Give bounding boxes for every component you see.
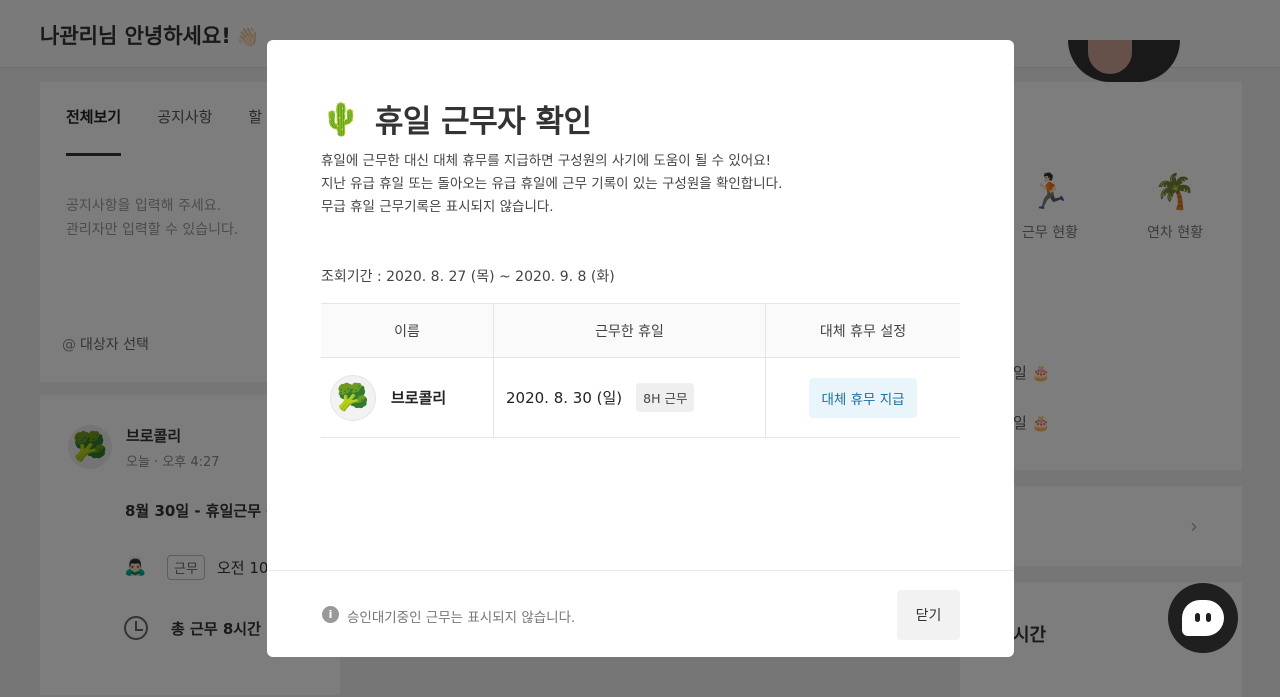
cell-name: 🥦 브로콜리 xyxy=(321,358,494,437)
header-holiday: 근무한 휴일 xyxy=(494,304,766,357)
grant-substitute-button[interactable]: 대체 휴무 지급 xyxy=(809,377,917,418)
cell-action: 대체 휴무 지급 xyxy=(766,358,960,437)
chat-eye xyxy=(1206,613,1211,622)
avatar: 🥦 xyxy=(330,374,376,421)
footer-note: 승인대기중인 근무는 표시되지 않습니다. xyxy=(347,610,576,626)
close-button[interactable]: 닫기 xyxy=(897,590,960,640)
chat-button[interactable] xyxy=(1168,583,1238,653)
description-line: 지난 유급 휴일 또는 돌아오는 유급 휴일에 근무 기록이 있는 구성원을 확… xyxy=(321,176,783,192)
description-line: 휴일에 근무한 대신 대체 휴무를 지급하면 구성원의 사기에 도움이 될 수 … xyxy=(321,153,772,169)
modal-title: 🌵 휴일 근무자 확인 xyxy=(321,96,592,141)
holiday-worker-modal: 🌵 휴일 근무자 확인 휴일에 근무한 대신 대체 휴무를 지급하면 구성원의 … xyxy=(267,40,1014,657)
table-row: 🥦 브로콜리 2020. 8. 30 (일) 8H 근무 대체 휴무 지급 xyxy=(321,358,960,438)
modal-description: 휴일에 근무한 대신 대체 휴무를 지급하면 구성원의 사기에 도움이 될 수 … xyxy=(321,150,782,219)
employee-name: 브로콜리 xyxy=(391,389,447,407)
table-header: 이름 근무한 휴일 대체 휴무 설정 xyxy=(321,304,960,358)
holiday-date: 2020. 8. 30 (일) xyxy=(506,389,623,407)
cell-holiday: 2020. 8. 30 (일) 8H 근무 xyxy=(494,358,766,437)
hours-badge: 8H 근무 xyxy=(636,383,695,412)
modal-footer: i 승인대기중인 근무는 표시되지 않습니다. 닫기 xyxy=(267,570,1014,657)
description-line: 무급 휴일 근무기록은 표시되지 않습니다. xyxy=(321,199,554,215)
holiday-work-table: 이름 근무한 휴일 대체 휴무 설정 🥦 브로콜리 2020. 8. 30 (일… xyxy=(321,303,960,438)
chat-eye xyxy=(1195,613,1200,622)
info-icon: i xyxy=(322,606,339,623)
chat-bubble-icon xyxy=(1182,600,1224,636)
cactus-icon: 🌵 xyxy=(321,99,361,138)
modal-title-text: 휴일 근무자 확인 xyxy=(374,104,592,140)
query-period: 조회기간 : 2020. 8. 27 (목) ~ 2020. 9. 8 (화) xyxy=(321,269,615,285)
header-substitute: 대체 휴무 설정 xyxy=(819,323,907,340)
header-name: 이름 xyxy=(321,304,494,357)
